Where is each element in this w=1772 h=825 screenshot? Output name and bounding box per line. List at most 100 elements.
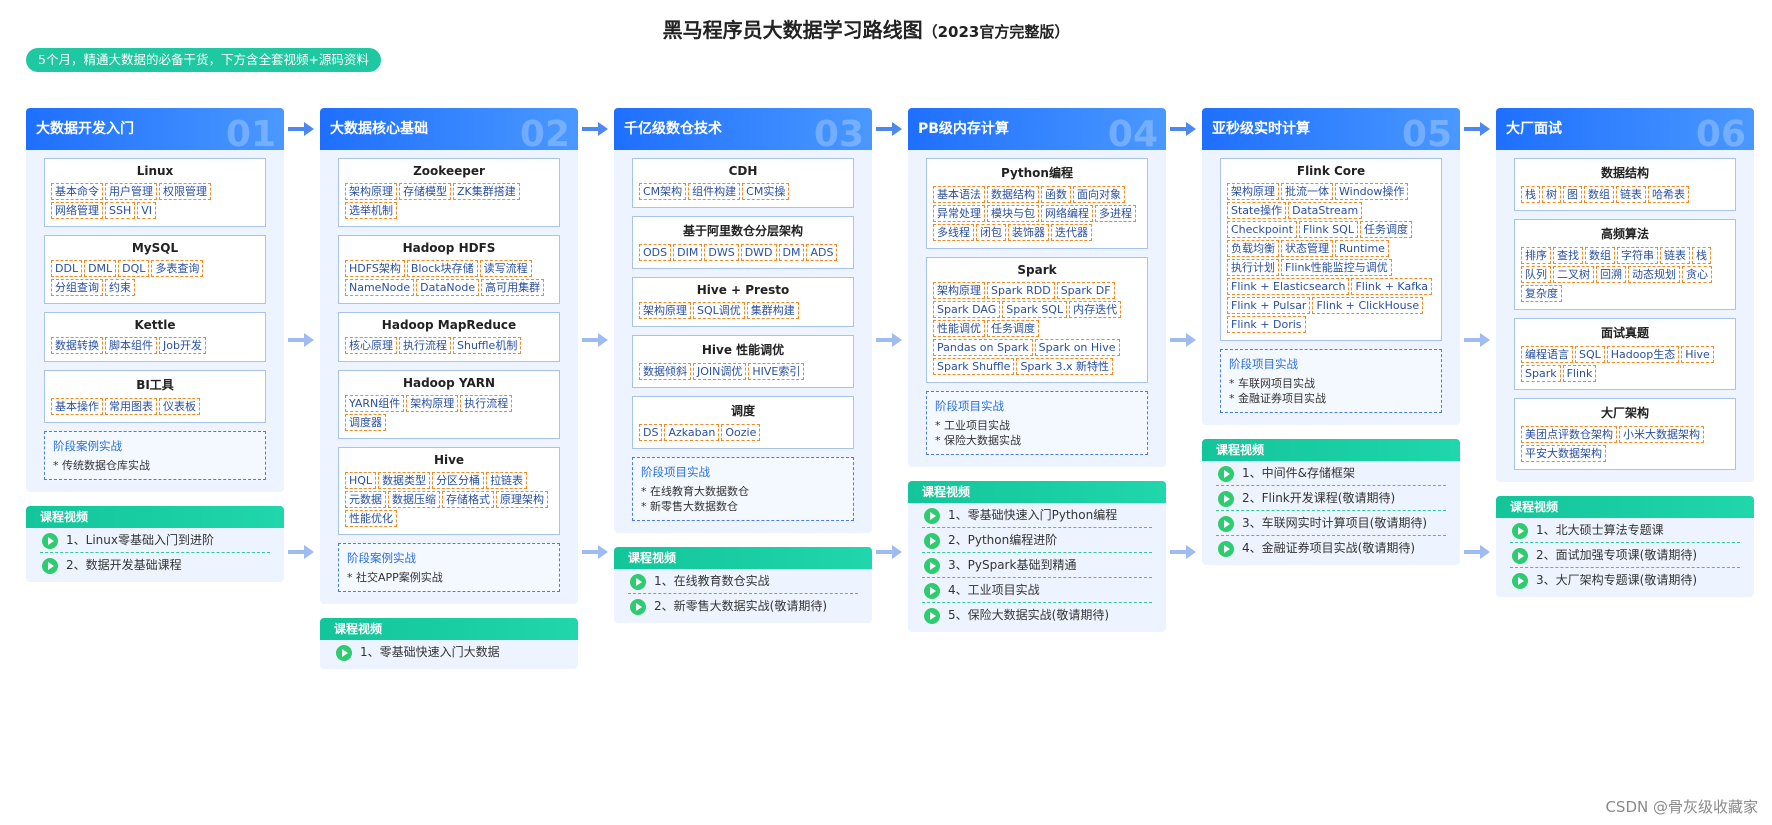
play-icon[interactable] (42, 558, 58, 574)
play-icon[interactable] (42, 533, 58, 549)
play-icon[interactable] (1218, 491, 1234, 507)
stage-column: 大厂面试 06 数据结构栈树图数组 链表 哈希表 高频算法 排序 查找 数组 字符串 链表 栈队列 二叉… (1496, 108, 1754, 597)
play-icon[interactable] (630, 599, 646, 615)
topic-box: MySQL DDL DML DQL 多表查询分组查询 约束 (44, 235, 266, 304)
video-label[interactable]: 4、金融证券项目实战(敬请期待) (1242, 541, 1415, 555)
topic-tag: Spark SQL (1002, 301, 1068, 318)
topic-tag: 架构原理 (639, 302, 691, 319)
video-label[interactable]: 2、数据开发基础课程 (66, 558, 182, 572)
video-item[interactable]: 1、中间件&存储框架 (1216, 461, 1446, 486)
play-icon[interactable] (630, 574, 646, 590)
play-icon[interactable] (1512, 573, 1528, 589)
topic-tags: 架构原理 批流一体 Window操作 State操作 DataStream Checkpo… (1227, 182, 1435, 334)
video-item[interactable]: 1、零基础快速入门大数据 (334, 640, 564, 665)
play-icon[interactable] (1512, 523, 1528, 539)
topic-tag: SQL调优 (693, 302, 745, 319)
video-label[interactable]: 2、面试加强专项课(敬请期待) (1536, 548, 1697, 562)
video-label[interactable]: 3、车联网实时计算项目(敬请期待) (1242, 516, 1427, 530)
stage-project: 阶段项目实战 * 工业项目实战 * 保险大数据实战 (926, 391, 1148, 455)
topic-title: Hive + Presto (696, 283, 790, 297)
video-header: 课程视频 (1202, 439, 1460, 461)
topic-title: Linux (136, 164, 174, 178)
topic-title: Spark (1017, 263, 1057, 277)
video-item[interactable]: 2、面试加强专项课(敬请期待) (1510, 543, 1740, 568)
topic-tag: ADS (806, 244, 838, 261)
video-panel: 课程视频 1、零基础快速入门大数据 (320, 618, 578, 669)
video-item[interactable]: 1、Linux零基础入门到进阶 (40, 528, 270, 553)
video-label[interactable]: 1、零基础快速入门Python编程 (948, 508, 1117, 522)
video-item[interactable]: 5、保险大数据实战(敬请期待) (922, 603, 1152, 628)
video-item[interactable]: 3、大厂架构专题课(敬请期待) (1510, 568, 1740, 593)
video-label[interactable]: 3、大厂架构专题课(敬请期待) (1536, 573, 1697, 587)
topic-title: Hadoop YARN (402, 376, 496, 390)
stage-title: 大数据开发入门 (36, 121, 134, 137)
video-label[interactable]: 2、Flink开发课程(敬请期待) (1242, 491, 1395, 505)
topic-tag: 链表 (1660, 247, 1690, 264)
topic-title: Hive (433, 453, 465, 467)
stage-panel: 大数据开发入门 01 Linux 基本命令 用户管理 权限管理网络管理 SSH VI MySQL… (26, 108, 284, 492)
topic-tag: Spark on Hive (1034, 339, 1120, 356)
video-label[interactable]: 1、Linux零基础入门到进阶 (66, 533, 214, 547)
video-header: 课程视频 (908, 481, 1166, 503)
topic-tag: 多进程 (1095, 205, 1136, 222)
video-label[interactable]: 1、零基础快速入门大数据 (360, 645, 500, 659)
video-item[interactable]: 2、新零售大数据实战(敬请期待) (628, 594, 858, 619)
topic-tag: ODS (639, 244, 672, 261)
arrow-icon (1170, 122, 1198, 136)
video-label[interactable]: 3、PySpark基础到精通 (948, 558, 1076, 572)
video-item[interactable]: 1、零基础快速入门Python编程 (922, 503, 1152, 528)
video-item[interactable]: 4、工业项目实战 (922, 578, 1152, 603)
stage-header: 千亿级数仓技术 03 (614, 108, 872, 150)
topic-tag: 调度器 (345, 414, 386, 431)
play-icon[interactable] (924, 533, 940, 549)
video-item[interactable]: 2、数据开发基础课程 (40, 553, 270, 578)
topic-tag: DML (84, 260, 117, 277)
stage-header: 亚秒级实时计算 05 (1202, 108, 1460, 150)
topic-tag: 哈希表 (1648, 186, 1689, 203)
play-icon[interactable] (924, 508, 940, 524)
topic-title: 面试真题 (1600, 326, 1649, 340)
play-icon[interactable] (924, 558, 940, 574)
video-label[interactable]: 4、工业项目实战 (948, 583, 1040, 597)
topic-tag: 树 (1542, 186, 1561, 203)
play-icon[interactable] (924, 583, 940, 599)
video-label[interactable]: 1、中间件&存储框架 (1242, 466, 1355, 480)
play-icon[interactable] (336, 645, 352, 661)
topic-tag: 基本语法 (933, 186, 985, 203)
topic-tag: Spark Shuffle (933, 358, 1015, 375)
topic-box: Hadoop YARN YARN组件 架构原理 执行流程调度器 (338, 370, 560, 439)
video-label[interactable]: 2、Python编程进阶 (948, 533, 1057, 547)
topic-tag: DataNode (416, 279, 480, 296)
topic-tags: 基本操作 常用图表 仪表板 (51, 397, 259, 416)
topic-tag: CM实操 (742, 183, 790, 200)
video-label[interactable]: 1、北大硕士算法专题课 (1536, 523, 1664, 537)
topic-tags: DS Azkaban Oozie (639, 423, 847, 442)
video-label[interactable]: 5、保险大数据实战(敬请期待) (948, 608, 1109, 622)
video-item[interactable]: 1、在线教育数仓实战 (628, 569, 858, 594)
topic-tag: 链表 (1616, 186, 1646, 203)
topic-tag: 仪表板 (159, 398, 200, 415)
topic-tag: Flink + Elasticsearch (1227, 278, 1350, 295)
video-item[interactable]: 4、金融证券项目实战(敬请期待) (1216, 536, 1446, 561)
topic-tag: 架构原理 (345, 183, 397, 200)
video-item[interactable]: 1、北大硕士算法专题课 (1510, 518, 1740, 543)
topic-tags: 数据转换 脚本组件 Job开发 (51, 336, 259, 355)
play-icon[interactable] (1218, 541, 1234, 557)
topic-tag: HDFS架构 (345, 260, 405, 277)
arrow-icon (876, 545, 904, 559)
project-title: 阶段项目实战 (641, 465, 710, 479)
video-item[interactable]: 3、PySpark基础到精通 (922, 553, 1152, 578)
play-icon[interactable] (1218, 516, 1234, 532)
topic-tag: 原理架构 (496, 491, 548, 508)
stage-number: 01 (225, 114, 276, 150)
video-item[interactable]: 2、Python编程进阶 (922, 528, 1152, 553)
play-icon[interactable] (1512, 548, 1528, 564)
video-item[interactable]: 2、Flink开发课程(敬请期待) (1216, 486, 1446, 511)
play-icon[interactable] (924, 608, 940, 624)
video-label[interactable]: 1、在线教育数仓实战 (654, 574, 770, 588)
play-icon[interactable] (1218, 466, 1234, 482)
video-label[interactable]: 2、新零售大数据实战(敬请期待) (654, 599, 827, 613)
video-header: 课程视频 (614, 547, 872, 569)
video-item[interactable]: 3、车联网实时计算项目(敬请期待) (1216, 511, 1446, 536)
stage-project: 阶段案例实战 * 社交APP案例实战 (338, 543, 560, 592)
